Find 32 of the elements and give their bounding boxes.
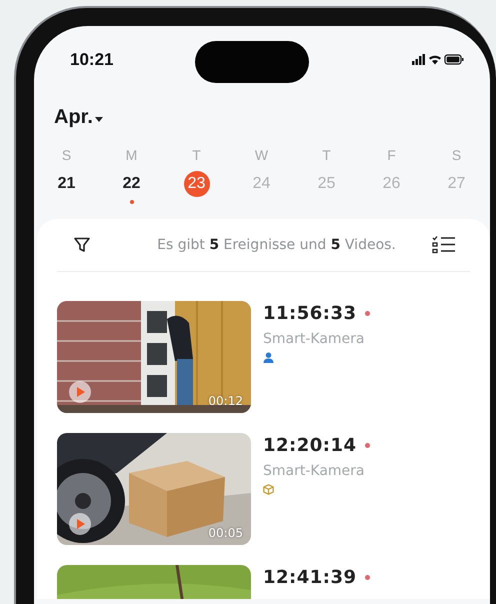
weekday-label: T [192,147,201,165]
unread-dot [364,575,370,580]
status-icons [412,53,464,67]
unread-dot [364,311,370,316]
unread-dot [364,443,370,448]
filter-icon[interactable] [73,236,91,254]
weekday-label: F [387,147,396,165]
camera-name: Smart-Kamera [263,463,364,479]
summary-text: Es gibt 5 Ereignisse und 5 Videos. [157,237,396,253]
caret-icon[interactable] [94,117,103,122]
date-button[interactable]: 21 [54,171,80,197]
date-button[interactable]: 27 [444,171,470,197]
video-duration: 00:12 [208,394,243,408]
date-button[interactable]: 24 [248,171,274,197]
date-button[interactable]: 26 [378,171,404,197]
date-button[interactable]: 22 [118,171,144,197]
event-time: 11:56:33 [263,303,357,324]
video-duration: 00:05 [208,526,243,540]
checklist-icon[interactable] [432,235,456,255]
event-time: 12:41:39 [263,567,357,588]
event-time: 12:20:14 [263,435,357,456]
camera-name: Smart-Kamera [263,331,364,347]
status-time: 10:21 [70,50,114,70]
weekday-label: W [254,147,268,165]
date-button[interactable]: 25 [314,171,340,197]
weekday-label: M [126,147,138,165]
weekday-label: S [62,147,72,165]
date-button[interactable]: 23 [184,171,210,197]
weekday-label: T [322,147,331,165]
weekday-label: S [452,147,462,165]
month-dropdown[interactable]: Apr. [54,106,103,129]
play-icon[interactable] [69,513,91,535]
